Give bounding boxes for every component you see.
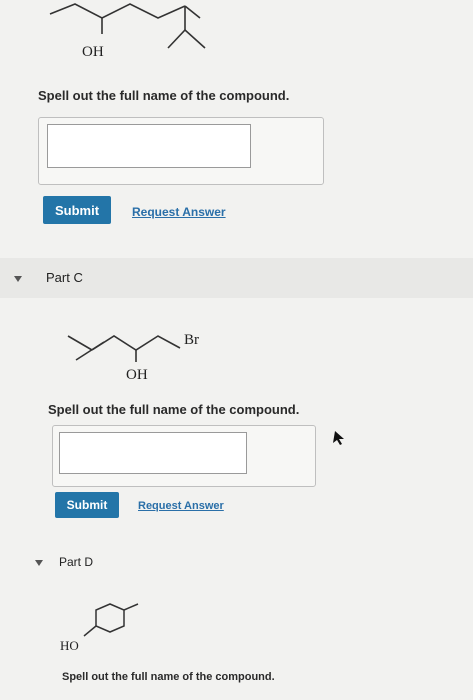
chevron-down-icon <box>14 276 22 282</box>
part-c-submit-button[interactable]: Submit <box>55 492 119 518</box>
part-b-answer-area <box>38 117 324 185</box>
part-d-molecule: HO <box>58 600 158 655</box>
part-c-title: Part C <box>46 270 83 285</box>
br-label: Br <box>184 332 199 348</box>
part-c-answer-area <box>52 425 316 487</box>
part-c-request-answer-link[interactable]: Request Answer <box>138 500 224 512</box>
part-b-molecule: OH <box>40 0 240 70</box>
part-c-header[interactable]: Part C <box>0 258 473 298</box>
oh-label: OH <box>126 367 148 383</box>
mouse-cursor-icon <box>333 431 344 445</box>
part-b-request-answer-link[interactable]: Request Answer <box>132 205 226 219</box>
part-b-submit-button[interactable]: Submit <box>43 196 111 224</box>
part-c-skeletal-structure: Br OH <box>67 332 199 383</box>
part-c-prompt: Spell out the full name of the compound. <box>48 402 300 417</box>
mastering-chemistry-page: OH Spell out the full name of the compou… <box>0 0 473 700</box>
part-b-answer-input[interactable] <box>47 124 251 168</box>
chevron-down-icon <box>35 560 43 566</box>
part-b-prompt: Spell out the full name of the compound. <box>38 88 290 103</box>
part-d-title[interactable]: Part D <box>59 555 93 569</box>
part-b-skeletal-structure: OH <box>49 3 206 60</box>
part-d-skeletal-structure: HO <box>60 603 139 653</box>
ho-label: HO <box>60 638 79 653</box>
part-d-prompt: Spell out the full name of the compound. <box>62 671 275 683</box>
part-c-molecule: Br OH <box>60 322 230 384</box>
oh-label: OH <box>82 44 104 60</box>
part-c-answer-input[interactable] <box>59 432 247 474</box>
